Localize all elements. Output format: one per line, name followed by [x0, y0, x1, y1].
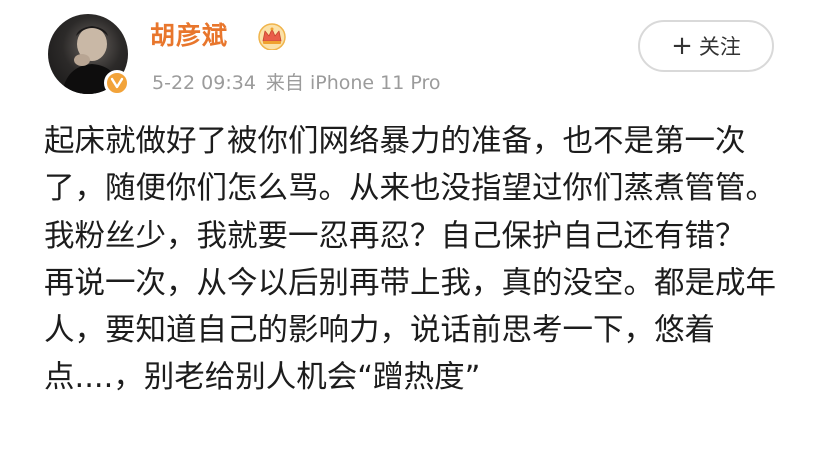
post-timestamp: 5-22 09:34 — [152, 72, 256, 94]
plus-icon: + — [671, 31, 693, 61]
post-paragraph: 再说一次，从今以后别再带上我，真的没空。都是成年人，要知道自己的影响力，说话前思… — [44, 265, 776, 396]
follow-label: 关注 — [698, 35, 741, 59]
username[interactable]: 胡彦斌 — [150, 20, 228, 52]
crown-icon[interactable] — [257, 22, 287, 50]
verified-v-icon — [110, 77, 124, 89]
post-source[interactable]: 来自 iPhone 11 Pro — [266, 72, 441, 94]
post-body: 起床就做好了被你们网络暴力的准备，也不是第一次了，随便你们怎么骂。从来也没指望过… — [44, 118, 784, 402]
follow-button[interactable]: + 关注 — [638, 20, 774, 72]
weibo-post: 胡彦斌 5-22 09:34 来自 iPhone 11 Pro + 关注 起床就做… — [0, 0, 821, 459]
post-paragraph: 起床就做好了被你们网络暴力的准备，也不是第一次了，随便你们怎么骂。从来也没指望过… — [44, 124, 776, 254]
post-meta: 5-22 09:34 来自 iPhone 11 Pro — [152, 70, 441, 96]
verified-badge — [104, 70, 130, 96]
